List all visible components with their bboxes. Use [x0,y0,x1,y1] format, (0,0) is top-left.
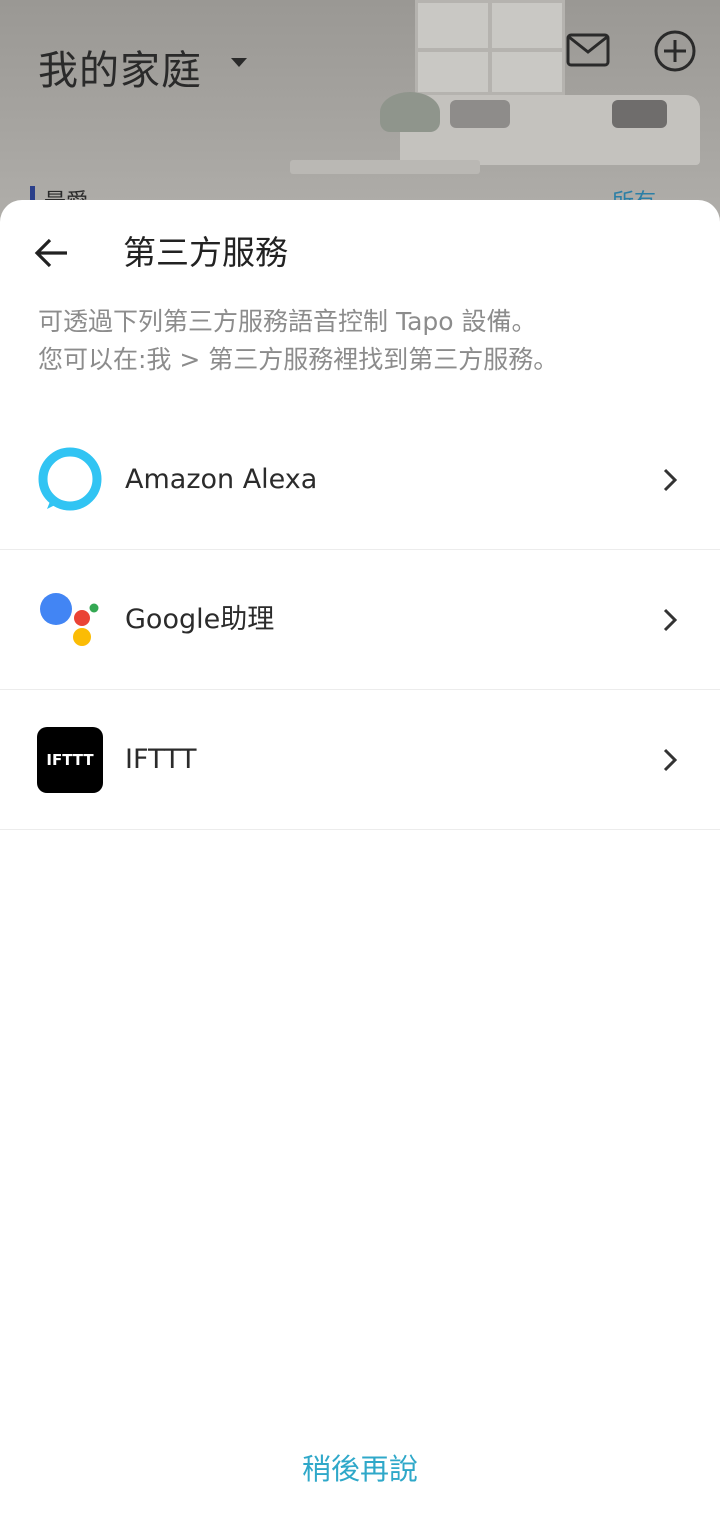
ifttt-icon: IFTTT [37,727,103,793]
third-party-services-sheet: 第三方服務 可透過下列第三方服務語音控制 Tapo 設備。 您可以在:我 > 第… [0,200,720,1529]
background-table-image [290,160,480,174]
back-button[interactable] [28,230,74,276]
service-label: IFTTT [125,744,197,775]
background-window-image [415,0,565,95]
chevron-right-icon [663,748,678,772]
service-label: Google助理 [125,604,275,635]
service-label: Amazon Alexa [125,464,318,495]
background-cushion [612,100,667,128]
services-list: Amazon Alexa Google助理 IFTTT IFTTT [0,410,720,830]
mail-icon[interactable] [566,32,610,68]
google-assistant-icon [40,593,99,646]
arrow-left-icon [34,238,67,268]
add-circle-icon[interactable] [653,29,697,73]
description-line: 您可以在:我 > 第三方服務裡找到第三方服務。 [38,345,559,374]
later-button[interactable]: 稍後再說 [0,1446,720,1488]
service-item-google-assistant[interactable]: Google助理 [0,550,720,690]
background-plant-image [380,92,440,132]
service-item-amazon-alexa[interactable]: Amazon Alexa [0,410,720,550]
home-title[interactable]: 我的家庭 [38,38,202,96]
chevron-right-icon [663,468,678,492]
alexa-icon [38,447,102,511]
caret-down-icon[interactable] [231,58,247,67]
chevron-right-icon [663,608,678,632]
description: 可透過下列第三方服務語音控制 Tapo 設備。 您可以在:我 > 第三方服務裡找… [38,303,688,379]
sheet-title: 第三方服務 [123,233,288,272]
service-item-ifttt[interactable]: IFTTT IFTTT [0,690,720,830]
background-cushion [450,100,510,128]
description-line: 可透過下列第三方服務語音控制 Tapo 設備。 [38,307,537,336]
